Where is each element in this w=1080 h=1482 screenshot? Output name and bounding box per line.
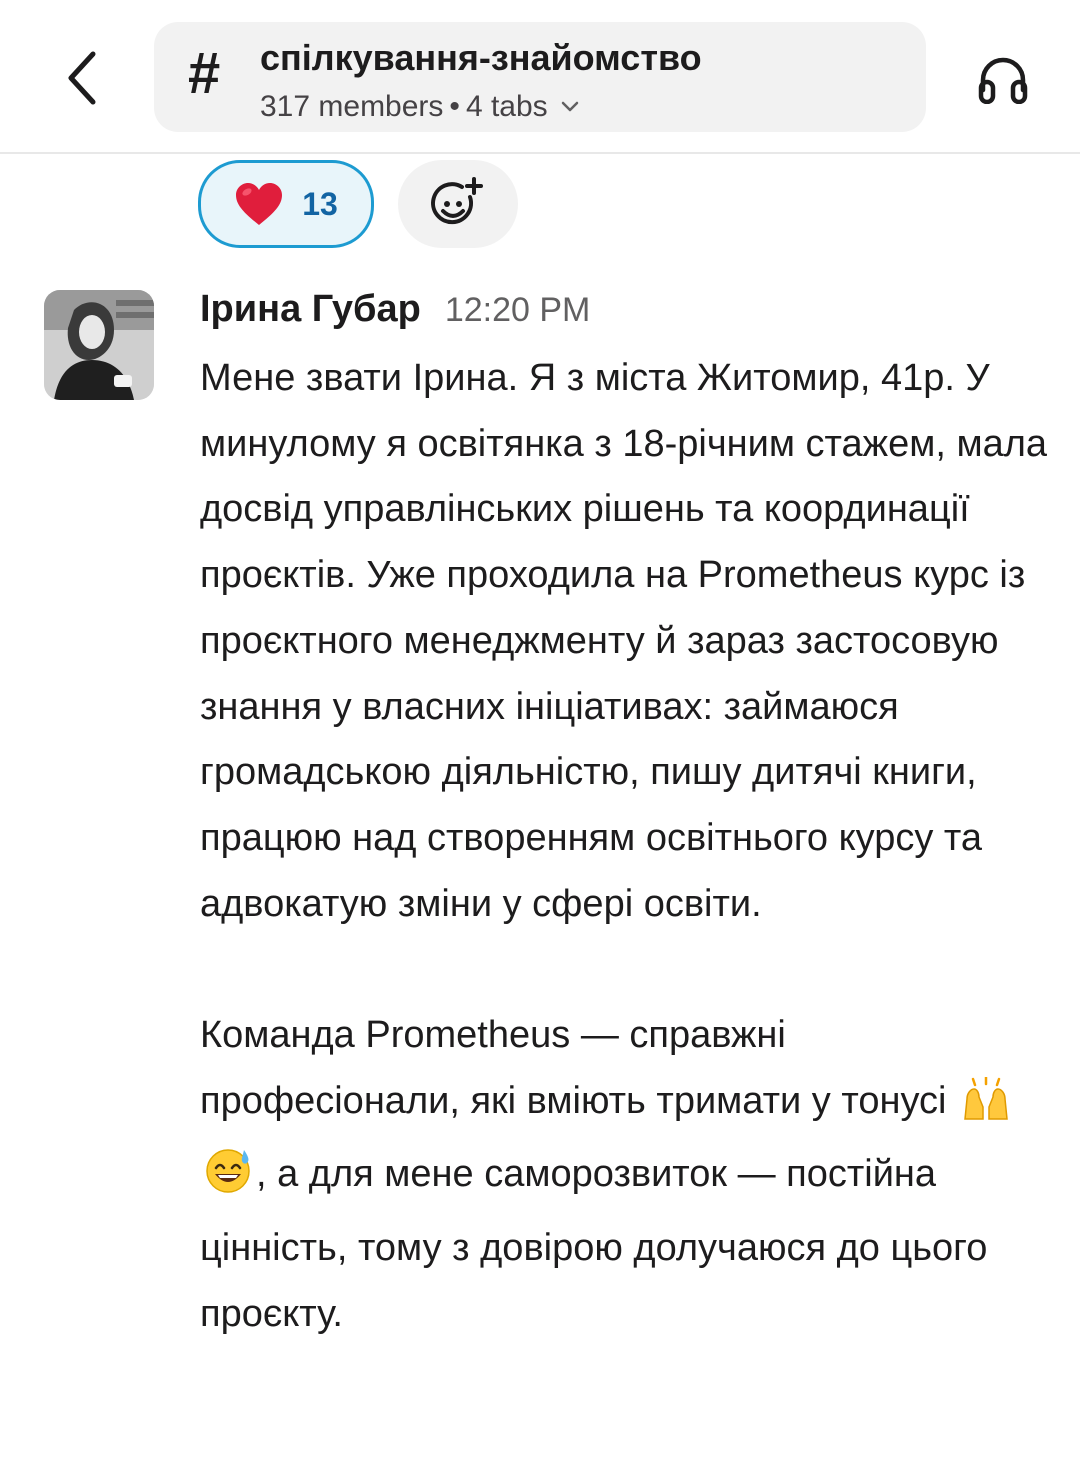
heart-emoji xyxy=(236,183,283,225)
channel-header: # спілкування-знайомство 317 members • 4… xyxy=(0,0,1080,154)
huddle-button[interactable] xyxy=(968,44,1038,114)
message-timestamp: 12:20 PM xyxy=(444,291,591,329)
message-header: Ірина Губар 12:20 PM xyxy=(200,288,590,331)
channel-meta: 317 members • 4 tabs xyxy=(260,88,580,126)
chevron-down-icon xyxy=(560,100,580,114)
reaction-bar: 13 xyxy=(198,160,518,248)
sweat-smile-emoji xyxy=(204,1146,252,1216)
message-text: Команда Prometheus — справжні професіона… xyxy=(200,1014,947,1122)
add-reaction-icon xyxy=(431,177,483,225)
reaction-heart[interactable]: 13 xyxy=(198,160,374,248)
message-body: Мене звати Ірина. Я з міста Житомир, 41р… xyxy=(200,346,1050,1348)
back-button[interactable] xyxy=(50,40,114,116)
channel-name: спілкування-знайомство xyxy=(260,37,702,78)
separator-dot: • xyxy=(449,90,460,123)
message-paragraph: Команда Prometheus — справжні професіона… xyxy=(200,1003,1050,1348)
channel-info-button[interactable]: # спілкування-знайомство 317 members • 4… xyxy=(154,22,926,132)
add-reaction-button[interactable] xyxy=(398,160,518,248)
reaction-count: 13 xyxy=(302,185,338,222)
message-paragraph: Мене звати Ірина. Я з міста Житомир, 41р… xyxy=(200,357,1048,925)
chevron-left-icon xyxy=(68,51,96,105)
avatar[interactable] xyxy=(44,290,154,400)
tab-count: 4 tabs xyxy=(465,90,548,123)
channel-hash-icon: # xyxy=(188,41,221,106)
member-count: 317 members xyxy=(260,90,444,123)
message-text: , а для мене саморозвиток — постійна цін… xyxy=(200,1153,988,1335)
raised-hands-emoji xyxy=(961,1075,1011,1143)
headphones-icon xyxy=(978,57,1028,104)
message-author[interactable]: Ірина Губар xyxy=(200,288,421,331)
